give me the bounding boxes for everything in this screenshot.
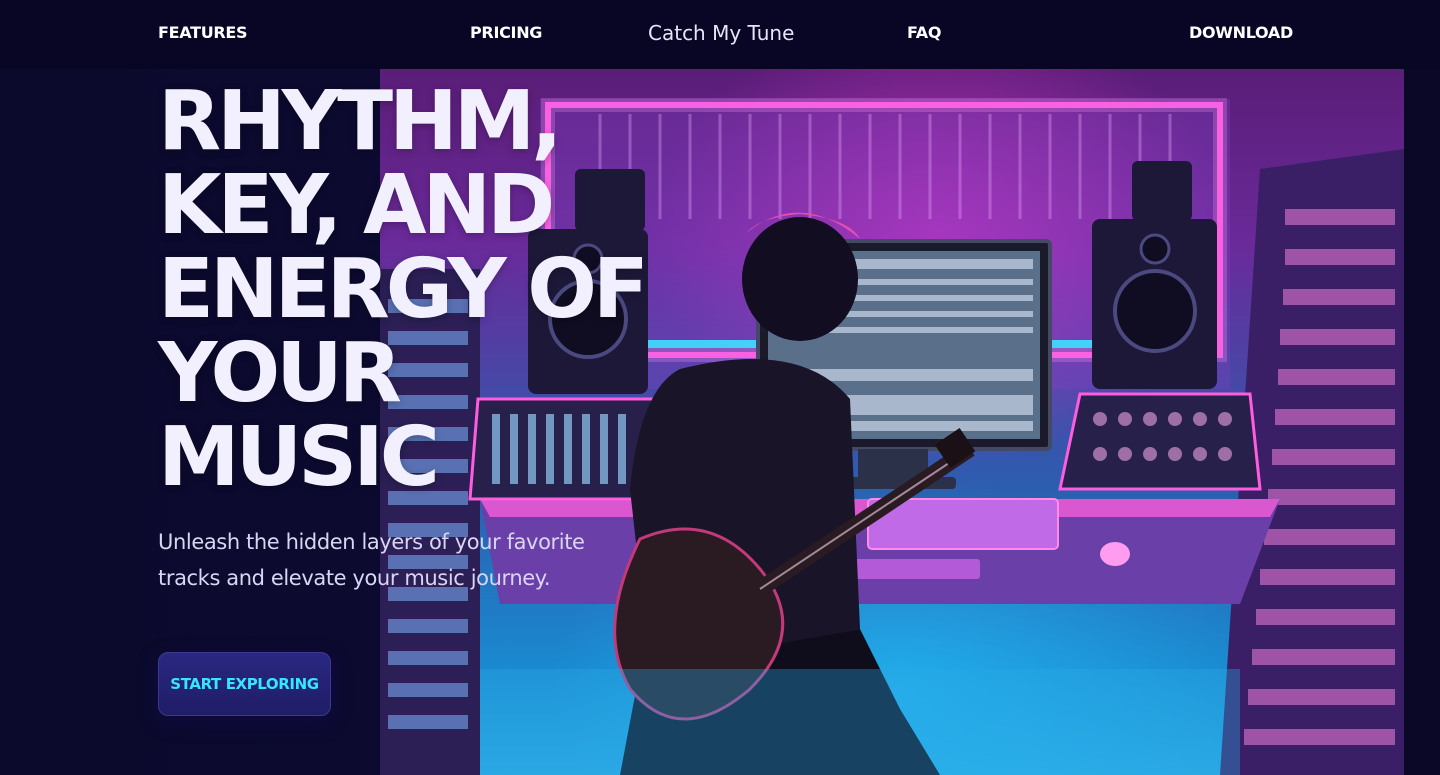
headline-line: RHYTHM, [158, 74, 562, 169]
nav-link-download[interactable]: DOWNLOAD [1189, 0, 1293, 69]
brand-logo-link[interactable]: Catch My Tune [648, 0, 794, 69]
start-exploring-button[interactable]: START EXPLORING [158, 652, 331, 716]
hero-headline: RHYTHM, KEY, AND ENERGY OF YOUR MUSIC [158, 74, 649, 505]
nav-link-pricing[interactable]: PRICING [470, 0, 542, 69]
headline-line: KEY, AND [158, 158, 555, 253]
headline-line: YOUR [158, 326, 402, 421]
nav-link-features[interactable]: FEATURES [158, 0, 248, 69]
top-navigation: FEATURES PRICING Catch My Tune FAQ DOWNL… [0, 0, 1440, 69]
landing-page: FEATURES PRICING Catch My Tune FAQ DOWNL… [0, 0, 1440, 775]
nav-link-faq[interactable]: FAQ [907, 0, 941, 69]
headline-line: ENERGY OF [158, 242, 649, 337]
headline-line: MUSIC [158, 410, 440, 505]
hero-subtitle: Unleash the hidden layers of your favori… [158, 530, 585, 590]
